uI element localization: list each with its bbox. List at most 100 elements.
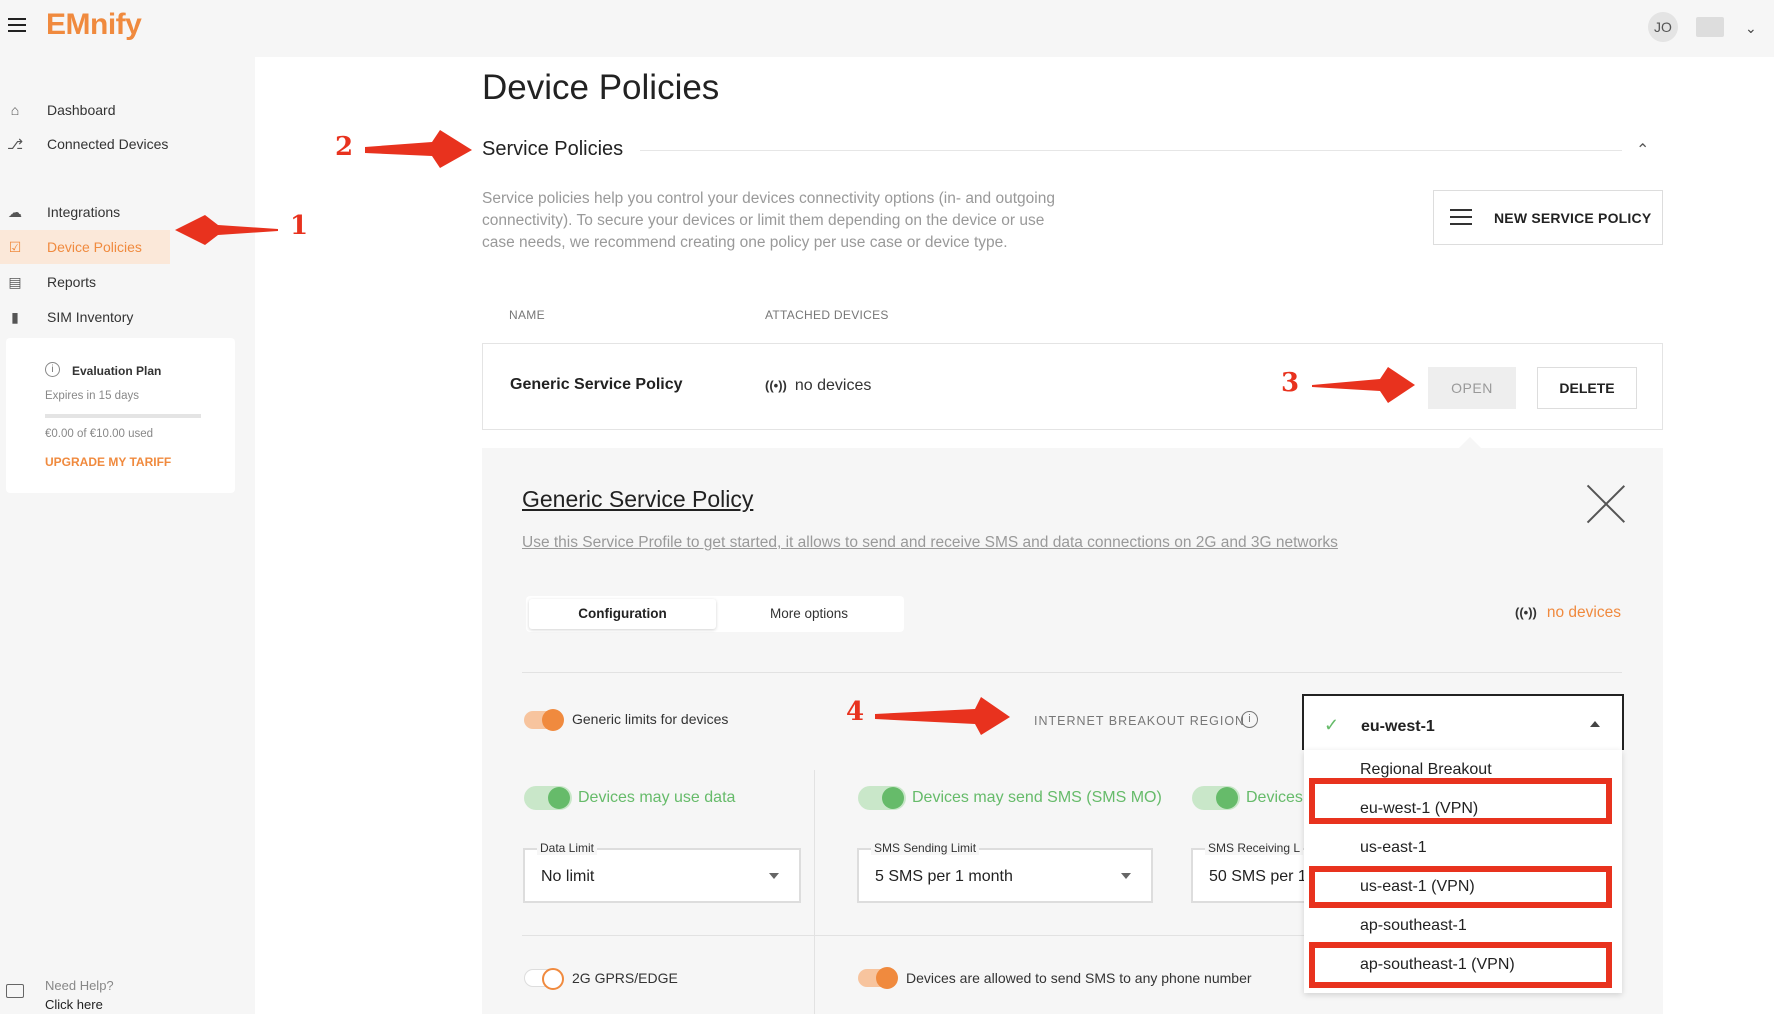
chevron-up-icon[interactable]: ⌃: [1636, 140, 1649, 160]
policy-name: Generic Service Policy: [510, 376, 683, 393]
attached-devices-text: no devices: [794, 377, 872, 394]
column-header-attached-devices: ATTACHED DEVICES: [765, 308, 889, 322]
plan-usage-text: €0.00 of €10.00 used: [45, 428, 154, 440]
plan-card: i Evaluation Plan Expires in 15 days €0.…: [6, 338, 235, 493]
sidebar-item-label: Integrations: [47, 204, 121, 220]
sidebar-item-dashboard[interactable]: ⌂ Dashboard: [0, 93, 255, 127]
column-header-name: NAME: [509, 308, 545, 322]
cloud-icon: ☁: [8, 204, 22, 220]
sidebar-item-connected-devices[interactable]: ⎇ Connected Devices: [0, 127, 255, 161]
sms-mt-toggle-label: Devices: [1246, 789, 1303, 806]
generic-limits-toggle[interactable]: [524, 709, 564, 731]
sidebar-item-integrations[interactable]: ☁ Integrations: [0, 195, 255, 229]
data-limit-select[interactable]: Data Limit No limit: [523, 841, 801, 903]
sidebar-item-label: Dashboard: [47, 102, 116, 118]
hamburger-menu-icon[interactable]: [8, 18, 26, 34]
sms-mt-toggle[interactable]: [1192, 786, 1240, 810]
sidebar: ⌂ Dashboard ⎇ Connected Devices ☁ Integr…: [0, 57, 255, 1014]
annotation-number-1: 1: [290, 211, 309, 241]
sidebar-item-sim-inventory[interactable]: ▮ SIM Inventory: [0, 300, 255, 334]
help-title: Need Help?: [45, 978, 114, 993]
column-divider: [814, 770, 815, 1014]
tab-configuration[interactable]: Configuration: [529, 599, 716, 629]
page-title: Device Policies: [482, 68, 720, 107]
details-devices-text: no devices: [1546, 604, 1621, 621]
annotation-arrow-2: [365, 130, 472, 168]
sms-sending-limit-select[interactable]: SMS Sending Limit 5 SMS per 1 month: [857, 841, 1153, 903]
annotation-number-2: 2: [335, 132, 354, 162]
help-link[interactable]: Click here: [45, 997, 103, 1012]
details-title[interactable]: Generic Service Policy: [522, 486, 753, 513]
data-toggle[interactable]: [524, 786, 572, 810]
region-option[interactable]: ap-southeast-1: [1304, 906, 1622, 945]
sidebar-item-label: SIM Inventory: [47, 309, 134, 325]
caret-up-icon: [1590, 721, 1600, 727]
generic-limits-label: Generic limits for devices: [572, 711, 729, 727]
user-name-redacted[interactable]: [1696, 17, 1724, 37]
upgrade-tariff-link[interactable]: UPGRADE MY TARIFF: [45, 455, 171, 469]
info-icon: i: [45, 362, 60, 377]
sim-icon: ▮: [11, 309, 19, 325]
new-service-policy-button[interactable]: NEW SERVICE POLICY: [1433, 190, 1663, 245]
annotation-number-4: 4: [846, 697, 865, 727]
sidebar-item-label: Connected Devices: [47, 136, 169, 152]
annotation-number-3: 3: [1281, 368, 1300, 398]
caret-down-icon: [769, 873, 779, 879]
delete-button[interactable]: DELETE: [1537, 367, 1637, 409]
check-icon: ✓: [1324, 715, 1340, 735]
data-toggle-label: Devices may use data: [578, 789, 736, 806]
app-logo[interactable]: EMnify: [46, 8, 142, 42]
sidebar-item-device-policies[interactable]: ☑ Device Policies: [0, 230, 170, 264]
sidebar-item-label: Device Policies: [47, 239, 142, 255]
home-icon: ⌂: [10, 102, 20, 118]
section-description: Service policies help you control your d…: [482, 190, 1055, 251]
signal-icon: ((•)): [1515, 605, 1537, 620]
details-tabs: Configuration More options: [526, 596, 904, 632]
user-avatar[interactable]: JO: [1648, 12, 1678, 42]
sms-receiving-limit-value: 50 SMS per 1: [1209, 868, 1307, 885]
sliders-icon: [1450, 206, 1472, 228]
sms-mo-toggle[interactable]: [858, 786, 906, 810]
button-label: NEW SERVICE POLICY: [1494, 210, 1652, 226]
plan-title: Evaluation Plan: [72, 364, 162, 378]
network-icon: ⎇: [7, 136, 24, 152]
section-title[interactable]: Service Policies: [482, 138, 623, 161]
details-description[interactable]: Use this Service Profile to get started,…: [522, 534, 1338, 552]
annotation-highlight-box: [1309, 778, 1612, 824]
region-selected-value: eu-west-1: [1361, 718, 1435, 735]
divider: [522, 672, 1622, 673]
help-chat-icon[interactable]: [6, 984, 24, 998]
region-select[interactable]: ✓ eu-west-1: [1302, 694, 1624, 750]
sms-any-number-label: Devices are allowed to send SMS to any p…: [906, 970, 1252, 986]
tab-more-options[interactable]: More options: [719, 599, 899, 629]
signal-icon: ((•)): [765, 378, 787, 393]
region-label: INTERNET BREAKOUT REGION: [1034, 714, 1246, 728]
close-icon[interactable]: [1586, 484, 1626, 524]
sms-receiving-limit-label: SMS Receiving L: [1205, 841, 1304, 855]
annotation-highlight-box: [1309, 866, 1612, 908]
sidebar-item-label: Reports: [47, 274, 97, 290]
sms-any-number-toggle[interactable]: [858, 967, 898, 989]
attached-devices: ((•)) no devices: [765, 377, 871, 395]
chart-icon: ▤: [8, 274, 22, 290]
plan-usage-bar: [45, 414, 201, 418]
caret-down-icon: [1121, 873, 1131, 879]
plan-expiry: Expires in 15 days: [45, 390, 139, 402]
sidebar-item-reports[interactable]: ▤ Reports: [0, 265, 255, 299]
details-devices[interactable]: ((•)) no devices: [1515, 604, 1621, 622]
annotation-highlight-box: [1309, 942, 1612, 988]
chevron-down-icon[interactable]: ⌄: [1745, 20, 1757, 37]
table-row[interactable]: Generic Service Policy ((•)) no devices O…: [482, 343, 1663, 430]
gprs-toggle[interactable]: [524, 968, 564, 990]
info-icon[interactable]: i: [1241, 711, 1258, 728]
checkbox-icon: ☑: [8, 239, 22, 255]
data-limit-label: Data Limit: [537, 841, 598, 855]
region-option[interactable]: us-east-1: [1304, 828, 1622, 867]
section-divider: [640, 150, 1622, 151]
sms-sending-limit-label: SMS Sending Limit: [871, 841, 980, 855]
data-limit-value: No limit: [541, 868, 595, 885]
sms-sending-limit-value: 5 SMS per 1 month: [875, 868, 1013, 885]
top-bar: EMnify JO ⌄: [0, 0, 1774, 57]
sms-mo-toggle-label: Devices may send SMS (SMS MO): [912, 789, 1162, 806]
open-button[interactable]: OPEN: [1428, 367, 1516, 409]
